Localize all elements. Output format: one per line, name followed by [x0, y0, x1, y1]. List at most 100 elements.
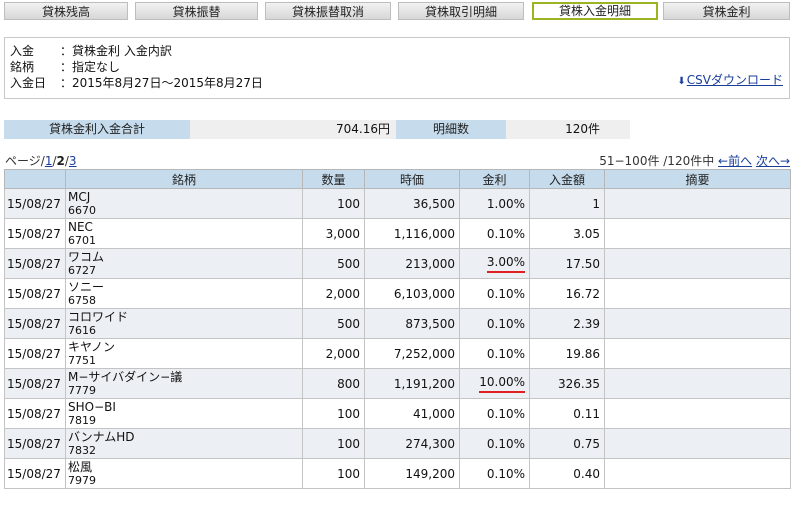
cell-interest-rate: 0.10%	[459, 338, 530, 369]
cell-interest-rate: 0.10%	[459, 308, 530, 339]
header-quantity: 数量	[302, 169, 365, 189]
cell-deposit-amount: 0.11	[529, 398, 605, 429]
cell-date: 15/08/27	[4, 218, 66, 249]
header-stock: 銘柄	[65, 169, 303, 189]
header-market-price: 時価	[364, 169, 460, 189]
cell-interest-rate: 0.10%	[459, 278, 530, 309]
header-deposit-amount: 入金額	[529, 169, 605, 189]
cell-date: 15/08/27	[4, 338, 66, 369]
cell-interest-rate: 0.10%	[459, 218, 530, 249]
cell-deposit-amount: 3.05	[529, 218, 605, 249]
cell-stock: 松風 7979	[65, 458, 303, 489]
cell-deposit-amount: 17.50	[529, 248, 605, 279]
cell-market-price: 274,300	[364, 428, 460, 459]
interest-rate-value: 3.00%	[486, 255, 525, 273]
page-range-navigation: 51−100件 /120件中 ←前へ 次へ→	[599, 152, 790, 169]
cell-market-price: 213,000	[364, 248, 460, 279]
interest-rate-value: 0.10%	[486, 436, 525, 451]
cell-quantity: 100	[302, 188, 365, 219]
cell-interest-rate: 0.10%	[459, 398, 530, 429]
cell-deposit-amount: 0.75	[529, 428, 605, 459]
cell-stock: NEC 6701	[65, 218, 303, 249]
interest-rate-value: 0.10%	[486, 286, 525, 301]
cell-interest-rate: 1.00%	[459, 188, 530, 219]
stock-code: 7819	[68, 413, 96, 427]
cell-market-price: 7,252,000	[364, 338, 460, 369]
cell-stock: キヤノン 7751	[65, 338, 303, 369]
page-link-3[interactable]: 3	[69, 154, 77, 168]
cell-memo	[604, 248, 791, 279]
table-header-row: 銘柄 数量 時価 金利 入金額 摘要	[4, 169, 791, 189]
cell-memo	[604, 188, 791, 219]
cell-deposit-amount: 16.72	[529, 278, 605, 309]
record-range: 51−100件 /120件中	[599, 154, 715, 168]
cell-stock: SHO−BI 7819	[65, 398, 303, 429]
table-row: 15/08/27 MCJ 6670 100 36,500 1.00% 1	[4, 188, 791, 219]
cell-stock: バンナムHD 7832	[65, 428, 303, 459]
cell-quantity: 2,000	[302, 278, 365, 309]
table-row: 15/08/27 松風 7979 100 149,200 0.10% 0.40	[4, 458, 791, 489]
cell-stock: MCJ 6670	[65, 188, 303, 219]
interest-rate-value: 0.10%	[486, 466, 525, 481]
cell-market-price: 6,103,000	[364, 278, 460, 309]
table-row: 15/08/27 ワコム 6727 500 213,000 3.00% 17.50	[4, 248, 791, 279]
cell-stock: コロワイド 7616	[65, 308, 303, 339]
tab-lending-transfer-cancel[interactable]: 貸株振替取消	[265, 2, 391, 20]
cell-memo	[604, 278, 791, 309]
cell-quantity: 500	[302, 308, 365, 339]
header-date	[4, 169, 66, 189]
tab-lending-transfer[interactable]: 貸株振替	[135, 2, 258, 20]
cell-deposit-amount: 0.40	[529, 458, 605, 489]
stock-code: 6727	[68, 263, 96, 277]
cell-date: 15/08/27	[4, 398, 66, 429]
interest-rate-value: 0.10%	[486, 316, 525, 331]
cell-memo	[604, 398, 791, 429]
interest-rate-value: 10.00%	[479, 375, 525, 393]
interest-rate-value: 0.10%	[486, 406, 525, 421]
table-row: 15/08/27 NEC 6701 3,000 1,116,000 0.10% 3.05	[4, 218, 791, 249]
cell-market-price: 149,200	[364, 458, 460, 489]
cell-memo	[604, 218, 791, 249]
stock-name: NEC	[68, 219, 93, 234]
tab-lending-deposit-detail[interactable]: 貸株入金明細	[532, 2, 658, 20]
tab-lending-interest[interactable]: 貸株金利	[663, 2, 790, 20]
cell-date: 15/08/27	[4, 188, 66, 219]
page-navigation: ページ/1/2/3	[5, 152, 77, 169]
cell-deposit-amount: 19.86	[529, 338, 605, 369]
stock-code: 7616	[68, 323, 96, 337]
cell-interest-rate: 3.00%	[459, 248, 530, 279]
total-interest-value: 704.16円	[190, 120, 396, 139]
stock-name: バンナムHD	[68, 429, 135, 444]
detail-count-value: 120件	[506, 120, 630, 139]
table-row: 15/08/27 ソニー 6758 2,000 6,103,000 0.10% 16.72	[4, 278, 791, 309]
csv-download-link[interactable]: ⬇CSVダウンロード	[677, 72, 783, 90]
cell-interest-rate: 0.10%	[459, 428, 530, 459]
tab-lending-balance[interactable]: 貸株残高	[4, 2, 128, 20]
cell-memo	[604, 428, 791, 459]
cell-deposit-amount: 1	[529, 188, 605, 219]
cell-market-price: 36,500	[364, 188, 460, 219]
cell-market-price: 1,116,000	[364, 218, 460, 249]
table-row: 15/08/27 SHO−BI 7819 100 41,000 0.10% 0.11	[4, 398, 791, 429]
deposit-date-row: 入金日 ：2015年8月27日～2015年8月27日	[10, 75, 789, 91]
cell-memo	[604, 338, 791, 369]
cell-stock: M−サイバダイン−議 7779	[65, 368, 303, 399]
tab-bar: 貸株残高 貸株振替 貸株振替取消 貸株取引明細 貸株入金明細 貸株金利	[4, 2, 790, 22]
table-row: 15/08/27 バンナムHD 7832 100 274,300 0.10% 0.75	[4, 428, 791, 459]
stock-name: ソニー	[68, 279, 105, 294]
next-page-link[interactable]: 次へ→	[756, 154, 790, 168]
cell-quantity: 100	[302, 428, 365, 459]
deposit-date-value: ：2015年8月27日～2015年8月27日	[60, 76, 263, 90]
stock-value: ：指定なし	[60, 60, 121, 74]
deposit-type-row: 入金 ：貸株金利 入金内訳	[10, 43, 789, 59]
cell-memo	[604, 458, 791, 489]
stock-name: MCJ	[68, 189, 91, 204]
cell-date: 15/08/27	[4, 278, 66, 309]
detail-count-label: 明細数	[396, 120, 506, 139]
tab-lending-transaction-detail[interactable]: 貸株取引明細	[398, 2, 524, 20]
header-interest-rate: 金利	[459, 169, 530, 189]
stock-code: 7779	[68, 383, 96, 397]
prev-page-link[interactable]: ←前へ	[718, 154, 752, 168]
cell-quantity: 3,000	[302, 218, 365, 249]
cell-date: 15/08/27	[4, 248, 66, 279]
